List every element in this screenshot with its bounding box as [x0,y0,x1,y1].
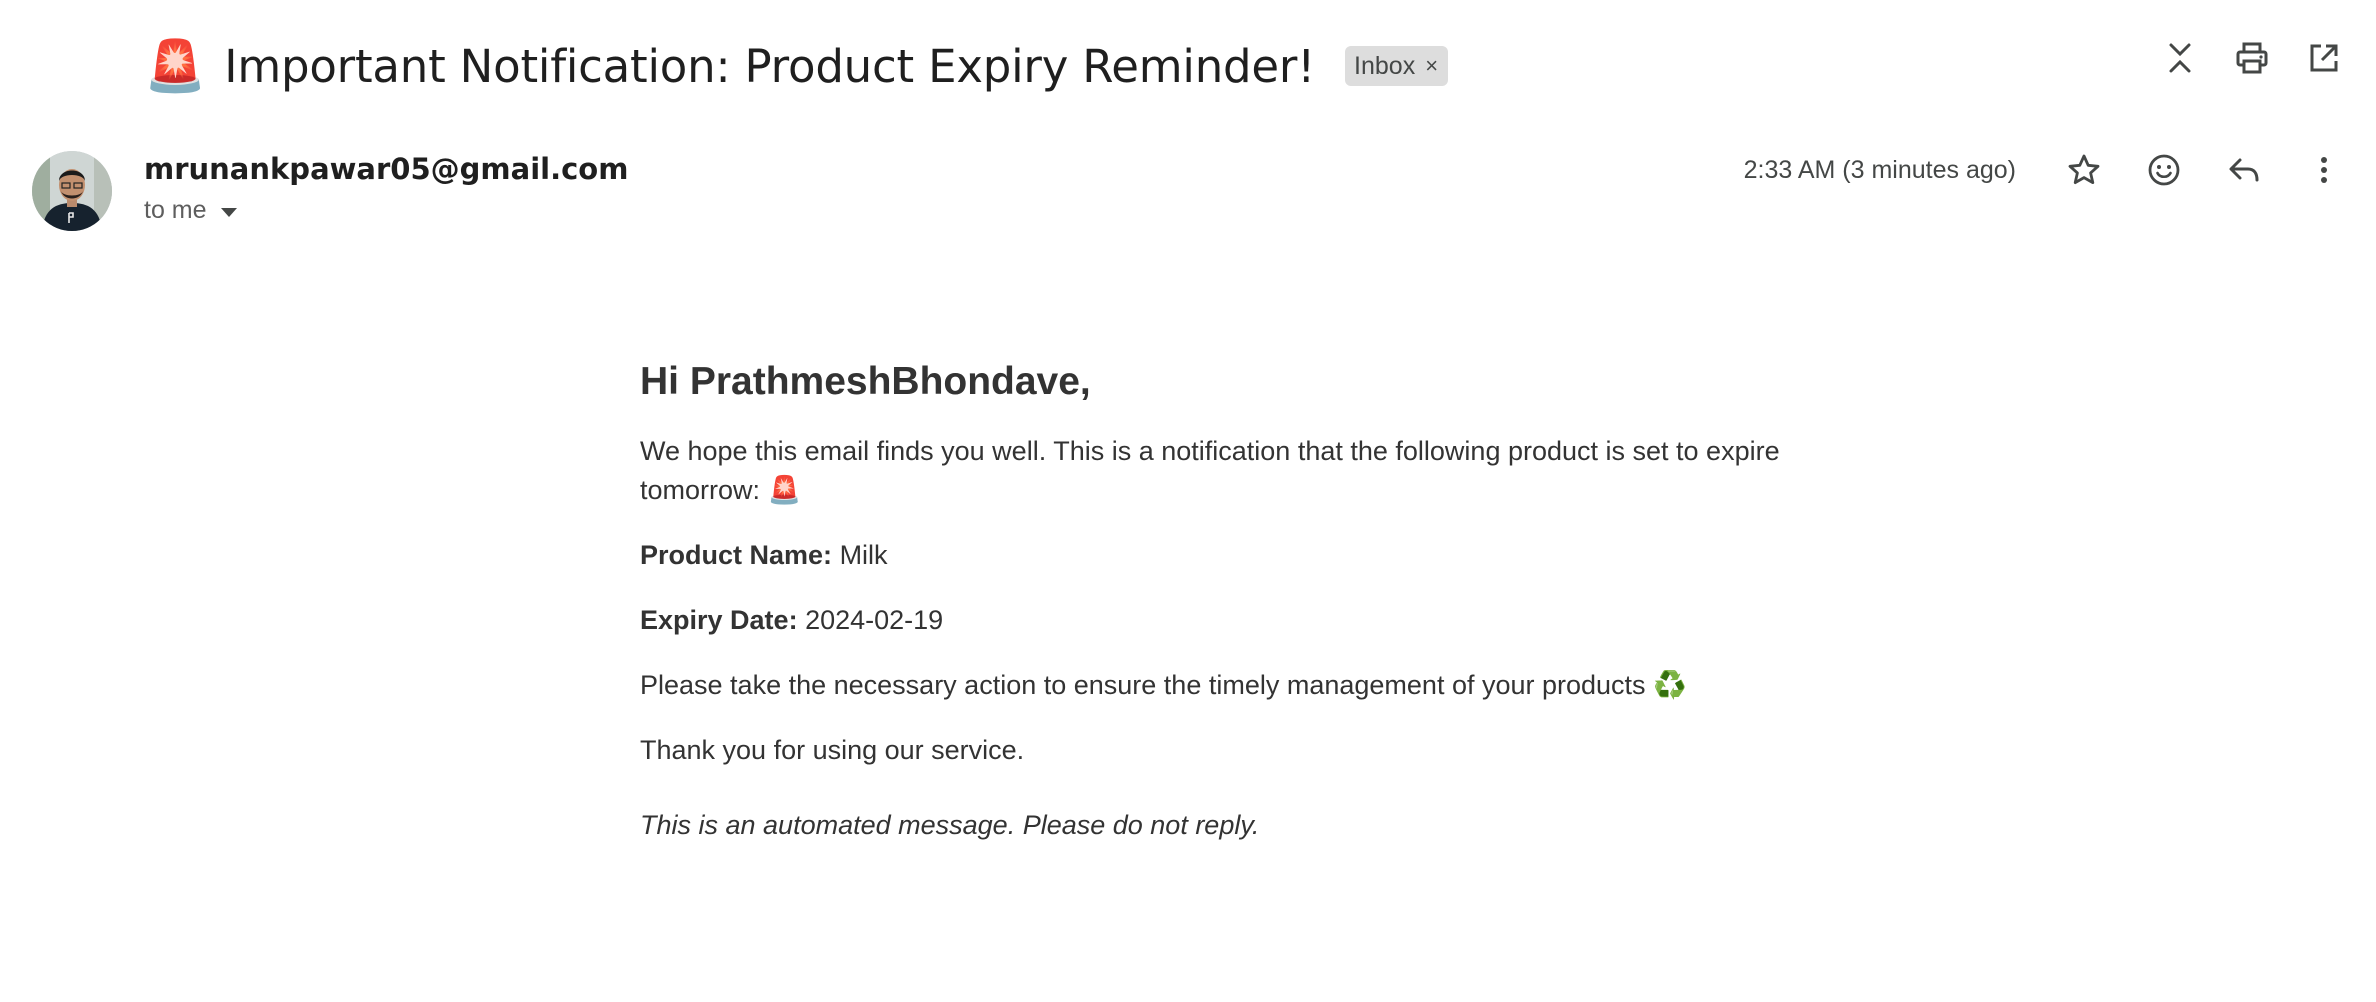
product-name-value: Milk [839,540,888,570]
print-button[interactable] [2234,40,2270,76]
product-name-label: Product Name: [640,540,833,570]
product-name-line: Product Name: Milk [640,536,1780,575]
more-options-button[interactable] [2306,152,2342,188]
email-body: Hi PrathmeshBhondave, We hope this email… [640,360,1780,871]
star-icon [2068,154,2100,184]
star-button[interactable] [2066,152,2102,188]
siren-emoji-icon: 🚨 [144,37,207,95]
open-new-window-icon [2310,44,2338,72]
intro-paragraph: We hope this email finds you well. This … [640,432,1780,510]
sender-avatar[interactable] [32,151,112,231]
thread-toolbar [2162,40,2342,76]
email-subject: Important Notification: Product Expiry R… [224,39,1316,93]
collapse-all-button[interactable] [2162,40,2198,76]
reply-button[interactable] [2226,152,2262,188]
expiry-date-label: Expiry Date: [640,605,798,635]
add-reaction-button[interactable] [2146,152,2182,188]
recycle-emoji-icon: ♻️ [1653,670,1687,701]
automated-message-note: This is an automated message. Please do … [640,810,1260,840]
chevron-down-icon [220,207,237,217]
subject-row: 🚨 Important Notification: Product Expiry… [144,30,1449,102]
recipient-text: to me [144,196,207,224]
emoji-react-icon [2148,154,2180,186]
message-timestamp: 2:33 AM (3 minutes ago) [1743,156,2016,184]
thanks-paragraph: Thank you for using our service. [640,735,1025,765]
action-text: Please take the necessary action to ensu… [640,670,1646,700]
action-paragraph: Please take the necessary action to ensu… [640,666,1780,705]
expiry-date-value: 2024-02-19 [805,605,944,635]
open-in-new-window-button[interactable] [2306,40,2342,76]
siren-emoji-icon: 🚨 [767,475,802,506]
collapse-icon [2169,43,2191,73]
reply-icon [2229,158,2259,182]
intro-text: We hope this email finds you well. This … [640,436,1780,505]
more-vert-icon [2321,157,2327,183]
sender-email[interactable]: mrunankpawar05@gmail.com [144,152,628,186]
expiry-date-line: Expiry Date: 2024-02-19 [640,601,1780,640]
inbox-label-chip[interactable]: Inbox × [1345,46,1449,86]
email-greeting: Hi PrathmeshBhondave, [640,360,1091,403]
remove-label-icon[interactable]: × [1425,53,1438,79]
message-actions [2066,152,2342,188]
avatar-photo-icon [32,151,112,231]
print-icon [2236,42,2268,74]
inbox-label-text: Inbox [1354,51,1416,80]
recipient-details-toggle[interactable]: to me [144,196,237,225]
